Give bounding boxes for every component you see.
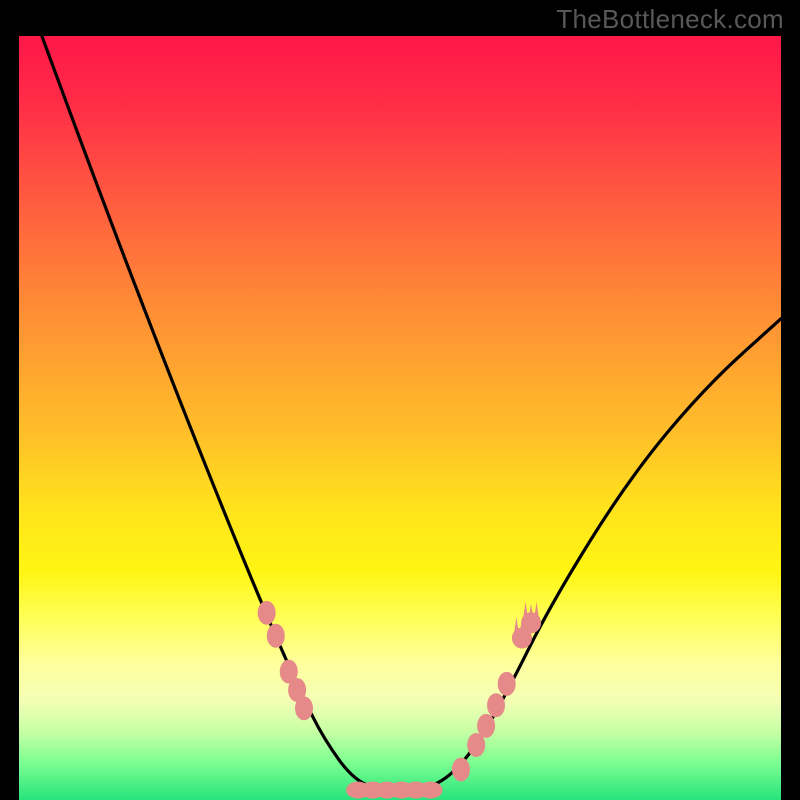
marker-blob <box>258 601 276 625</box>
marker-blob <box>418 782 442 799</box>
curve-layer <box>19 36 781 800</box>
markers-valley <box>346 782 442 799</box>
marker-blob <box>498 672 516 696</box>
marker-blob <box>295 696 313 720</box>
markers-left <box>258 601 313 721</box>
attribution-text: TheBottleneck.com <box>556 4 784 35</box>
bottleneck-curve <box>42 36 781 791</box>
marker-blob <box>487 693 505 717</box>
marker-blob <box>267 624 285 648</box>
marker-blob <box>477 714 495 738</box>
plot-area <box>19 36 781 800</box>
markers-right <box>452 602 541 782</box>
marker-blob <box>452 757 470 781</box>
chart-frame: TheBottleneck.com <box>0 0 800 800</box>
marker-flame <box>521 602 541 634</box>
